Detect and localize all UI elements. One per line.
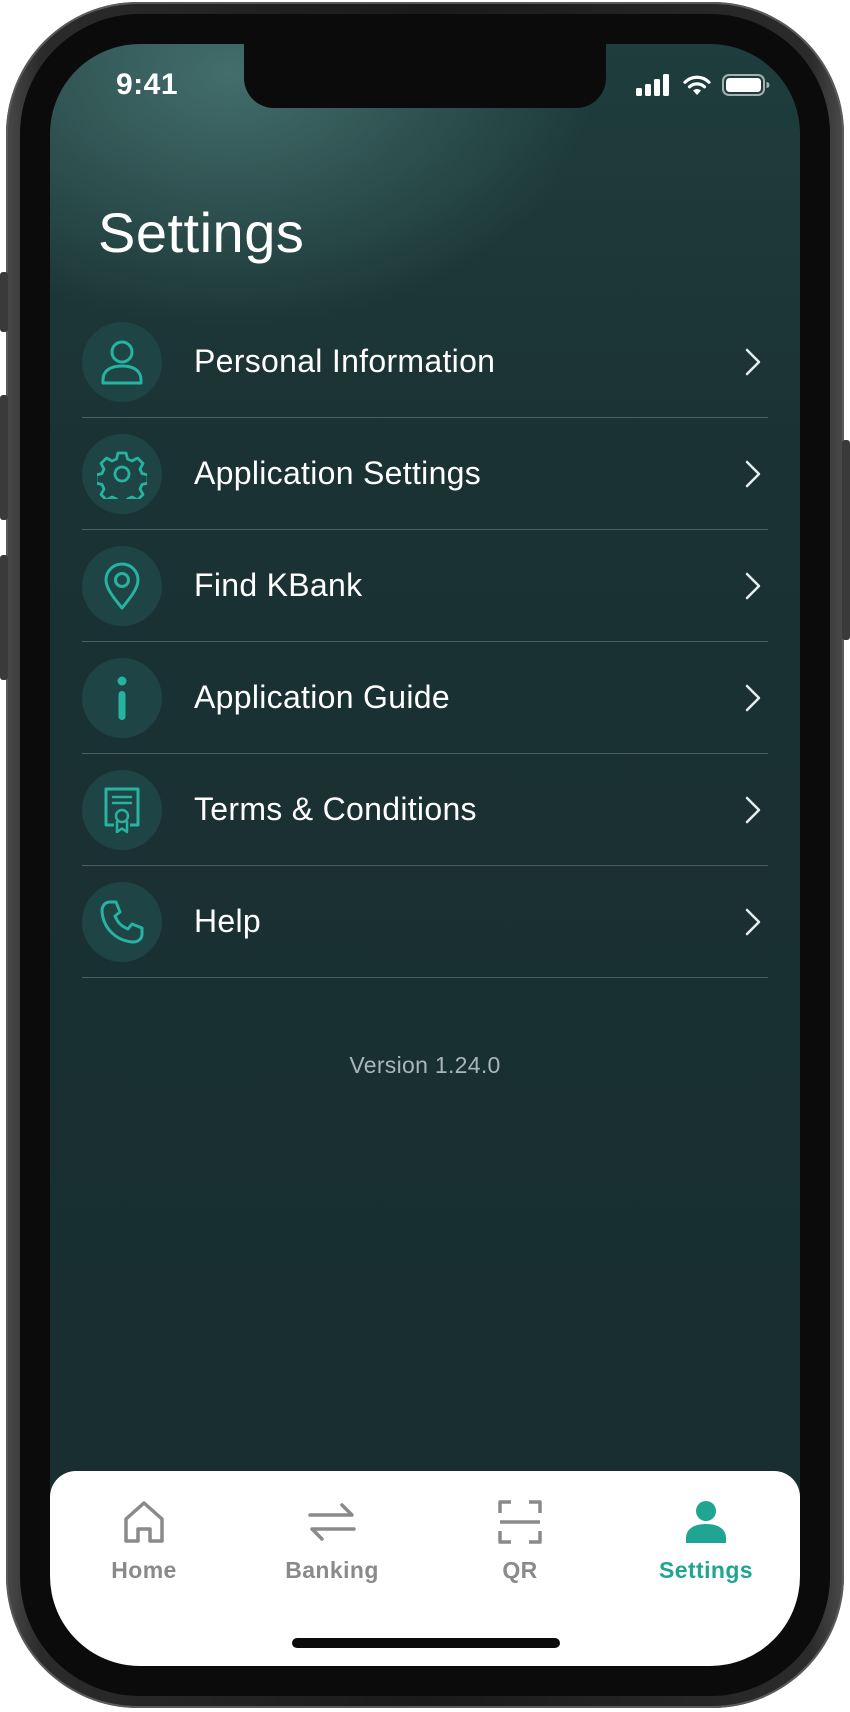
chevron-right-icon	[745, 348, 761, 375]
bottom-tab-bar: Home Banking QR Settings	[50, 1471, 800, 1666]
tab-settings[interactable]: Settings	[612, 1497, 800, 1584]
battery-icon	[722, 74, 770, 96]
volume-up-button	[0, 395, 8, 520]
menu-item-label: Help	[194, 903, 262, 939]
menu-icon-circle	[82, 657, 162, 738]
tab-home[interactable]: Home	[50, 1497, 238, 1584]
settings-menu: Personal Information Application Setting…	[82, 306, 768, 978]
tab-banking[interactable]: Banking	[238, 1497, 426, 1584]
menu-icon-circle	[82, 433, 162, 514]
status-icons	[636, 74, 770, 96]
status-time: 9:41	[116, 68, 179, 101]
menu-item-label: Terms & Conditions	[194, 791, 477, 827]
document-certificate-icon	[104, 787, 140, 833]
tab-qr[interactable]: QR	[426, 1497, 614, 1584]
chevron-right-icon	[745, 796, 761, 823]
menu-icon-circle	[82, 769, 162, 850]
menu-item-help[interactable]: Help	[82, 866, 768, 978]
volume-down-button	[0, 555, 8, 680]
cellular-signal-icon	[636, 74, 669, 96]
tab-label: QR	[502, 1557, 538, 1583]
menu-item-application-guide[interactable]: Application Guide	[82, 642, 768, 754]
phone-icon	[100, 900, 144, 943]
home-icon	[124, 1501, 164, 1543]
user-icon	[686, 1501, 726, 1543]
chevron-right-icon	[745, 572, 761, 599]
mute-switch	[0, 272, 8, 332]
app-screen: 9:41 Settings Personal Information Appli…	[50, 44, 800, 1666]
menu-item-label: Application Guide	[194, 679, 450, 715]
chevron-right-icon	[745, 460, 761, 487]
page-title: Settings	[98, 201, 305, 264]
menu-item-find-kbank[interactable]: Find KBank	[82, 530, 768, 642]
power-button	[842, 440, 850, 640]
menu-item-personal-information[interactable]: Personal Information	[82, 306, 768, 418]
tab-label: Banking	[285, 1557, 379, 1583]
notch	[244, 44, 606, 108]
info-icon	[117, 676, 127, 720]
person-icon	[101, 340, 143, 384]
gear-icon	[97, 451, 147, 499]
menu-item-terms-conditions[interactable]: Terms & Conditions	[82, 754, 768, 866]
location-pin-icon	[104, 562, 140, 609]
menu-item-label: Application Settings	[194, 455, 482, 491]
tab-label: Home	[111, 1557, 177, 1583]
menu-icon-circle	[82, 881, 162, 962]
version-label: Version 1.24.0	[349, 1052, 501, 1078]
tab-label: Settings	[659, 1557, 753, 1583]
menu-item-label: Find KBank	[194, 567, 363, 603]
menu-item-application-settings[interactable]: Application Settings	[82, 418, 768, 530]
menu-icon-circle	[82, 321, 162, 402]
chevron-right-icon	[745, 684, 761, 711]
chevron-right-icon	[745, 908, 761, 935]
home-indicator	[292, 1638, 560, 1648]
qr-scan-icon	[498, 1500, 542, 1544]
wifi-icon	[683, 75, 711, 95]
menu-item-label: Personal Information	[194, 343, 496, 379]
transfer-arrows-icon	[308, 1503, 356, 1541]
menu-icon-circle	[82, 545, 162, 626]
